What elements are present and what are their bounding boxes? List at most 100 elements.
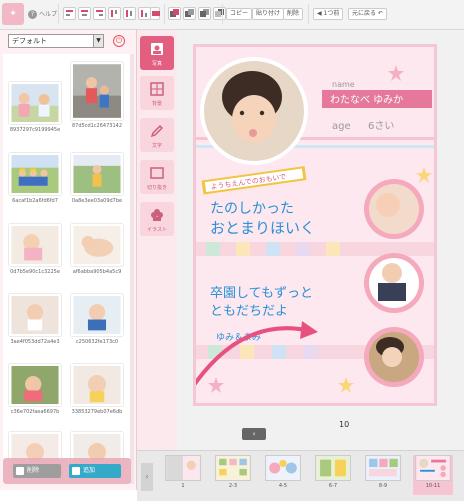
chevron-left-icon: ‹: [145, 472, 149, 481]
tool-crop[interactable]: 切り抜き: [140, 160, 174, 194]
page-thumb-image: [315, 455, 351, 481]
delete-photo-button[interactable]: 削除: [13, 464, 61, 478]
prev-page-button[interactable]: ◀ 1つ前: [313, 8, 344, 20]
photo-thumbnail[interactable]: 0a8e3ee03a09d7be: [67, 153, 127, 204]
undo-label: 元に戻る: [352, 10, 377, 17]
strip-prev-button[interactable]: ‹: [141, 463, 153, 491]
photo-tool-icon: [151, 43, 163, 55]
title-line-2: おとまりほいく: [210, 219, 315, 237]
title-line-1: たのしかった: [210, 201, 294, 217]
tool-crop-label: 切り抜き: [146, 185, 167, 191]
background-tool-icon: [150, 82, 164, 96]
photo-thumbnail[interactable]: 6acaf1b2a6fd6fd7: [5, 153, 65, 204]
photo-filename: 8937297c9199945e: [9, 127, 61, 133]
add-photo-button[interactable]: 追加: [69, 464, 121, 478]
layer-forward-icon[interactable]: [183, 7, 196, 20]
photo-filename: c36e702faea6697b: [10, 409, 60, 415]
photo-thumbnail[interactable]: 8937297c9199945e: [5, 82, 65, 133]
name-value-text: わたなべ ゆみか: [330, 94, 403, 106]
name-tag-text: name: [332, 80, 355, 89]
photo-thumbnail[interactable]: c36e702faea6697b: [5, 364, 65, 415]
distribute-icon[interactable]: [150, 7, 160, 20]
photo-image: [71, 294, 123, 336]
help-label: ヘルプ: [39, 11, 58, 18]
tool-illustration-label: イラスト: [147, 227, 167, 233]
photo-thumbnail[interactable]: c250632fe173c0: [67, 294, 127, 345]
help-button[interactable]: ? ヘルプ: [28, 9, 57, 19]
album-page[interactable]: name わたなべ ゆみか age 6さい ようちえんでのおもいで たのしかった…: [193, 44, 437, 406]
layer-backward-icon[interactable]: [198, 7, 211, 20]
page-thumb[interactable]: 1: [163, 455, 203, 495]
delete-photo-label: 削除: [27, 467, 40, 474]
page-thumb[interactable]: 4-5: [263, 455, 303, 495]
photo-image: [9, 82, 61, 124]
page-thumb[interactable]: 2-3: [213, 455, 253, 495]
chevron-down-icon: ▼: [93, 35, 103, 47]
undo-button[interactable]: 元に戻る ↶: [348, 8, 387, 20]
toolbar-divider: [222, 4, 223, 24]
photo-filename: 87d5cd1c26473142: [71, 123, 123, 129]
page-thumb-label: 10-11: [425, 483, 441, 489]
align-left-icon[interactable]: [63, 7, 76, 20]
photo-thumbnail[interactable]: 87d5cd1c26473142: [67, 62, 127, 129]
album-select-value: デフォルト: [12, 37, 47, 45]
tool-illustration[interactable]: イラスト: [140, 202, 174, 236]
photo-thumbnail[interactable]: 33853279eb07e6db: [67, 364, 127, 415]
photo-image: [71, 62, 123, 120]
photo-gallery: 8937297c9199945e 87d5cd1c26473142 6acaf1…: [3, 54, 131, 484]
top-toolbar: ✦ ? ヘルプ コピー 貼り付け 削除 ◀ 1つ前 元に戻る ↶: [0, 0, 464, 30]
tool-text[interactable]: 文字: [140, 118, 174, 152]
photo-thumbnail[interactable]: 3ae4f053dd72a4e3: [5, 294, 65, 345]
toolbar-divider: [58, 4, 59, 24]
power-icon[interactable]: ⏻: [113, 35, 125, 47]
align-center-icon[interactable]: [78, 7, 91, 20]
page-thumb[interactable]: 6-7: [313, 455, 353, 495]
tool-column: 写真 背景 文字 切り抜き イラスト: [137, 30, 177, 490]
page-thumb-label: 8-9: [378, 483, 388, 489]
photo-image: [9, 224, 61, 266]
page-thumb[interactable]: 8-9: [363, 455, 403, 495]
editor-canvas: name わたなべ ゆみか age 6さい ようちえんでのおもいで たのしかった…: [177, 30, 464, 450]
align-right-icon[interactable]: [93, 7, 106, 20]
collapse-strip-button[interactable]: ‹: [242, 428, 266, 440]
toolbar-divider: [164, 4, 165, 24]
copy-button[interactable]: コピー: [226, 8, 253, 20]
photo-thumbnail[interactable]: 0d7b5e90c1c3225e: [5, 224, 65, 275]
align-top-icon[interactable]: [108, 7, 121, 20]
photo-image: [71, 224, 123, 266]
title-line-4: ともだちだよ: [210, 304, 288, 319]
page-thumb-label: 1: [181, 483, 185, 489]
page-thumb-image: [415, 455, 451, 481]
flower-icon: [151, 209, 163, 221]
photo-library-panel: デフォルト ▼ ⏻ 8937297c9199945e 87d5cd1c26473…: [0, 30, 137, 490]
tool-background-label: 背景: [151, 101, 162, 107]
photo-thumbnail[interactable]: af6abba905b4a5c9: [67, 224, 127, 275]
paste-button[interactable]: 貼り付け: [252, 8, 285, 20]
page-thumb-selected[interactable]: 10-11: [413, 455, 453, 495]
delete-toolbar-button[interactable]: 削除: [283, 8, 304, 20]
album-select[interactable]: デフォルト ▼: [8, 34, 104, 48]
page-strip: ‹ 1 2-3 4-5 6-7 8-9 10-11: [137, 450, 464, 501]
toolbar-divider: [308, 4, 309, 24]
photo-filename: 6acaf1b2a6fd6fd7: [12, 198, 58, 204]
photo-filename: af6abba905b4a5c9: [72, 269, 122, 275]
tool-background[interactable]: 背景: [140, 76, 174, 110]
photo-image: [9, 364, 61, 406]
layer-back-icon[interactable]: [213, 7, 226, 20]
trash-icon: [16, 467, 24, 475]
age-value-text: 6さい: [368, 120, 394, 132]
photo-filename: 0a8e3ee03a09d7be: [71, 198, 123, 204]
gallery-scrollbar[interactable]: [130, 54, 134, 484]
page-thumb-label: 4-5: [278, 483, 288, 489]
help-icon: ?: [28, 10, 37, 19]
tool-photo[interactable]: 写真: [140, 36, 174, 70]
align-middle-icon[interactable]: [123, 7, 136, 20]
app-logo: ✦: [2, 3, 24, 25]
page-artwork: name わたなべ ゆみか age 6さい ようちえんでのおもいで たのしかった…: [196, 47, 434, 403]
layer-front-icon[interactable]: [168, 7, 181, 20]
photo-image: [9, 153, 61, 195]
page-thumb-image: [265, 455, 301, 481]
page-thumb-label: 6-7: [328, 483, 338, 489]
chevron-left-icon: ‹: [252, 430, 256, 438]
prev-page-label: 1つ前: [323, 10, 340, 17]
